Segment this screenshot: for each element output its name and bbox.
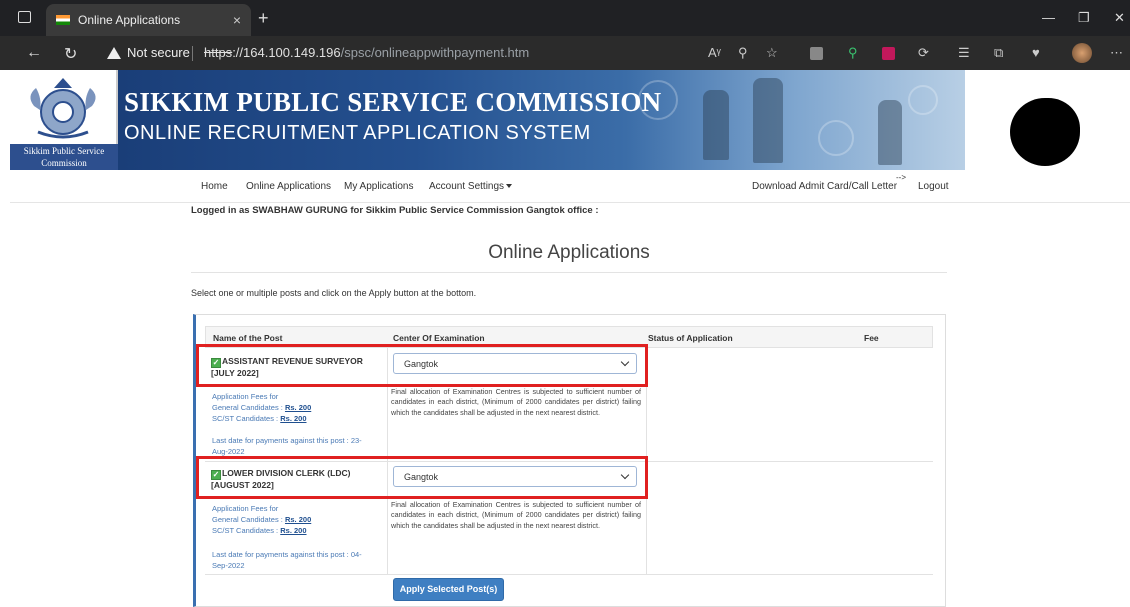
key-extension-icon[interactable]: ⚲ [848,45,858,61]
browser-essentials-icon[interactable]: ⟳ [918,45,929,61]
scst-fee-line: SC/ST Candidates : Rs. 200 [212,413,387,424]
browser-tab[interactable]: Online Applications × [46,4,251,36]
nav-account-settings-label: Account Settings [429,181,505,192]
browser-tab-bar: Online Applications × + — ❐ ✕ [0,0,1130,36]
logged-in-text: Logged in as SWABHAW GURUNG for Sikkim P… [191,205,599,216]
window-close-icon[interactable]: ✕ [1114,10,1125,26]
general-fee-line: General Candidates : Rs. 200 [212,402,387,413]
banner-person-figure [878,100,902,165]
url-field[interactable]: https://164.100.149.196/spsc/onlineappwi… [204,45,529,60]
last-date-row-2: Last date for payments against this post… [212,550,362,570]
row-divider [205,574,933,575]
address-bar: ← ↻ Not secure https://164.100.149.196/s… [0,36,1130,70]
general-fee-label: General Candidates : [212,515,285,524]
instruction-text: Select one or multiple posts and click o… [191,288,477,298]
nav-arrow-text: --> [896,173,906,182]
banner-network-node [818,120,854,156]
allocation-note-row-2: Final allocation of Examination Centres … [391,500,641,530]
header-fee: Fee [864,333,879,343]
warning-icon [107,46,121,59]
fees-info-row-1: Application Fees for General Candidates … [212,391,387,424]
fees-label: Application Fees for [212,392,279,401]
banner-graphic: SIKKIM PUBLIC SERVICE COMMISSION ONLINE … [118,70,965,170]
scst-fee-label: SC/ST Candidates : [212,526,281,535]
nav-account-settings[interactable]: Account Settings [429,181,513,192]
url-protocol: https [204,45,233,60]
scst-fee-amount[interactable]: Rs. 200 [280,526,306,535]
highlight-box [196,456,648,499]
sikkim-emblem-icon [30,78,96,139]
header-center: Center Of Examination [393,333,485,343]
allocation-note-row-1: Final allocation of Examination Centres … [391,387,641,417]
banner-person-figure [753,78,783,163]
tab-title: Online Applications [78,13,181,27]
general-fee-line: General Candidates : Rs. 200 [212,514,387,525]
site-navigation: Home Online Applications My Applications… [0,173,1130,198]
general-fee-amount[interactable]: Rs. 200 [285,403,311,412]
nav-home[interactable]: Home [201,181,228,192]
tab-close-icon[interactable]: × [233,12,241,28]
security-indicator[interactable]: Not secure [107,45,190,60]
zoom-icon[interactable]: ⚲ [738,45,748,61]
favorites-list-icon[interactable]: ☰ [958,45,970,61]
fees-label: Application Fees for [212,504,279,513]
emblem-caption-line-2: Commission [41,158,87,168]
header-status: Status of Application [648,333,733,343]
last-date-row-1: Last date for payments against this post… [212,436,362,456]
url-host: ://164.100.149.196 [232,45,341,60]
redaction-mark [1010,98,1080,166]
tab-actions-icon[interactable] [18,11,31,23]
apply-selected-posts-button[interactable]: Apply Selected Post(s) [393,578,504,601]
nav-my-applications[interactable]: My Applications [344,181,413,192]
nav-logout[interactable]: Logout [918,181,949,192]
profile-avatar[interactable] [1072,43,1092,63]
pocket-extension-icon[interactable] [882,47,895,60]
scst-fee-label: SC/ST Candidates : [212,414,281,423]
more-menu-icon[interactable]: ⋯ [1110,45,1123,61]
read-aloud-icon[interactable]: Aᵞ [708,45,721,60]
address-divider [192,46,193,61]
scst-fee-amount[interactable]: Rs. 200 [280,414,306,423]
site-favicon-icon [56,15,70,25]
emblem-box: Sikkim Public Service Commission [10,70,118,170]
banner-person-figure [703,90,729,160]
page-title: Online Applications [488,242,650,263]
fees-info-row-2: Application Fees for General Candidates … [212,503,387,536]
banner-subtitle: ONLINE RECRUITMENT APPLICATION SYSTEM [124,122,591,144]
refresh-icon[interactable]: ↻ [64,44,77,64]
scst-fee-line: SC/ST Candidates : Rs. 200 [212,525,387,536]
nav-online-applications[interactable]: Online Applications [246,181,331,192]
new-tab-icon[interactable]: + [258,8,269,29]
emblem-caption-line-1: Sikkim Public Service [23,146,105,156]
header-post: Name of the Post [213,333,283,343]
back-icon[interactable]: ← [26,44,42,62]
chevron-down-icon [506,184,513,189]
title-divider [191,272,947,273]
extension-icon[interactable] [810,47,823,60]
banner-title: SIKKIM PUBLIC SERVICE COMMISSION [124,87,662,117]
site-banner: Sikkim Public Service Commission SIKKIM … [10,70,965,170]
collections-icon[interactable]: ⧉ [994,45,1003,61]
emblem-caption: Sikkim Public Service Commission [10,144,118,170]
health-icon[interactable]: ♥ [1032,45,1040,60]
nav-divider [10,202,1130,203]
general-fee-label: General Candidates : [212,403,285,412]
banner-network-node [908,85,938,115]
general-fee-amount[interactable]: Rs. 200 [285,515,311,524]
highlight-box [196,344,648,387]
security-label: Not secure [127,45,190,60]
restore-icon[interactable]: ❐ [1078,10,1090,26]
favorite-icon[interactable]: ☆ [766,45,778,61]
minimize-icon[interactable]: — [1042,10,1055,25]
url-path: /spsc/onlineappwithpayment.htm [340,45,530,60]
nav-download-admit-card[interactable]: Download Admit Card/Call Letter [752,181,897,192]
